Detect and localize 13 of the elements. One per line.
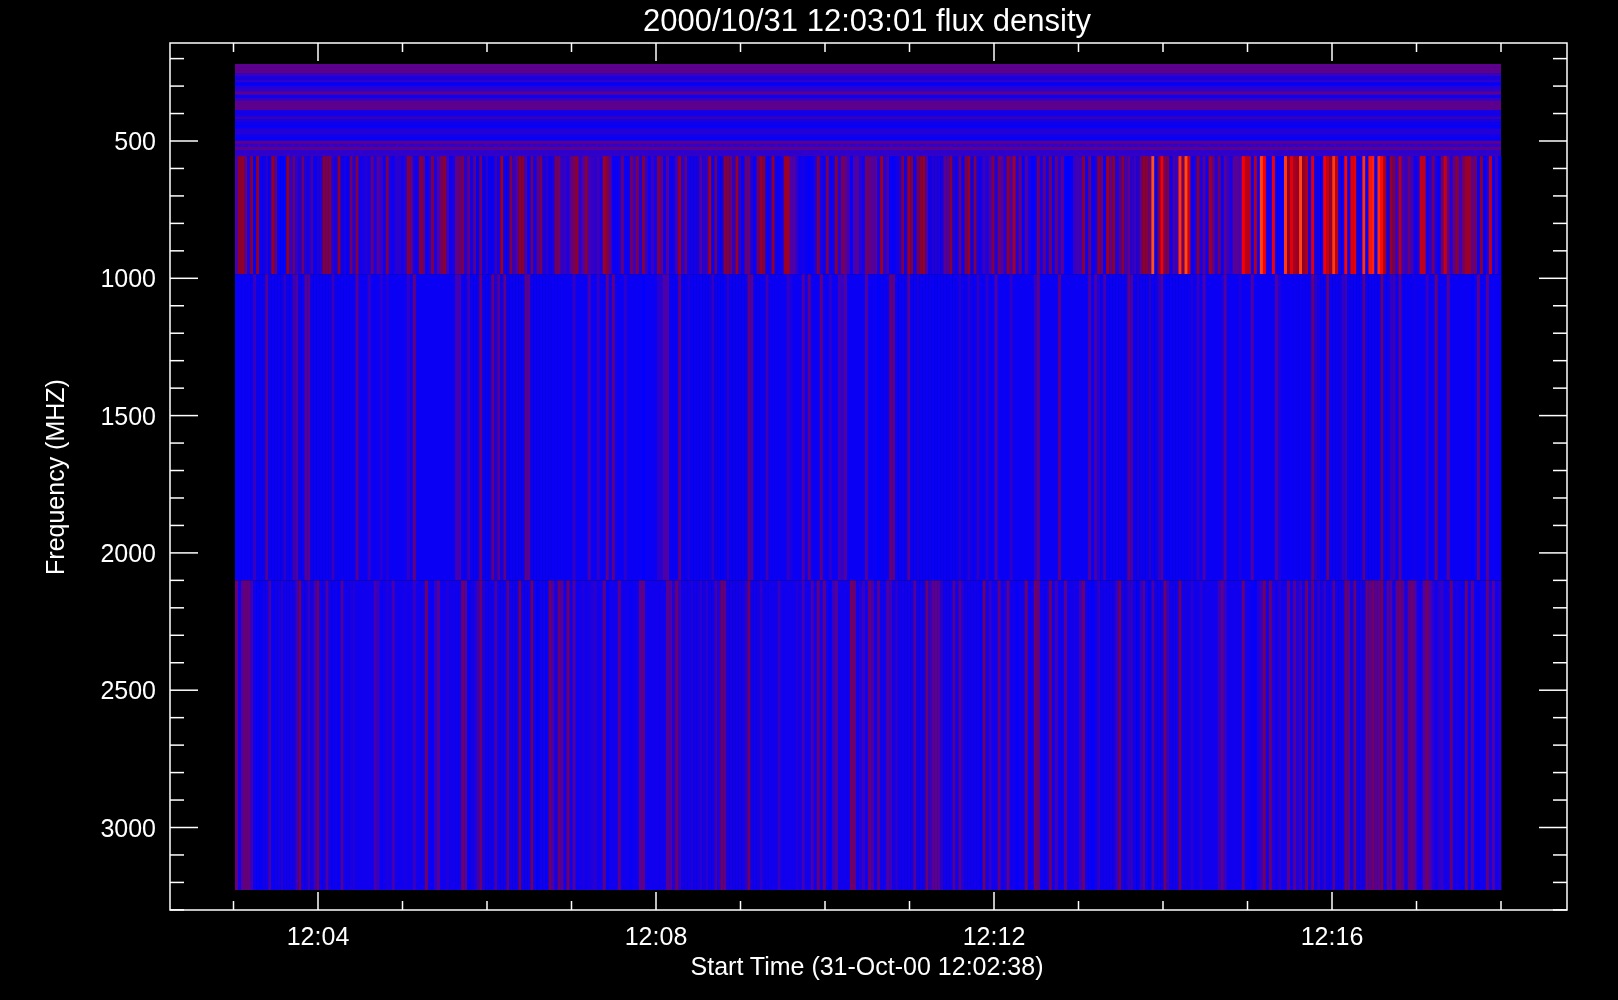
y-axis-label: Frequency (MHZ) [41,379,69,575]
y-tick-label: 2000 [100,538,156,567]
x-tick-label: 12:04 [286,922,350,950]
y-tick-label: 500 [114,127,156,155]
y-tick-label: 3000 [100,813,156,842]
y-tick-label: 1000 [100,264,156,293]
x-tick-label: 12:12 [962,922,1026,950]
y-tick-label: 1500 [100,401,156,430]
x-axis-label: Start Time (31-Oct-00 12:02:38) [690,952,1044,980]
x-tick-label: 12:08 [624,922,688,950]
y-tick-label: 2500 [100,676,156,705]
x-tick-label: 12:16 [1300,922,1364,950]
plot-title: 2000/10/31 12:03:01 flux density [642,3,1092,38]
